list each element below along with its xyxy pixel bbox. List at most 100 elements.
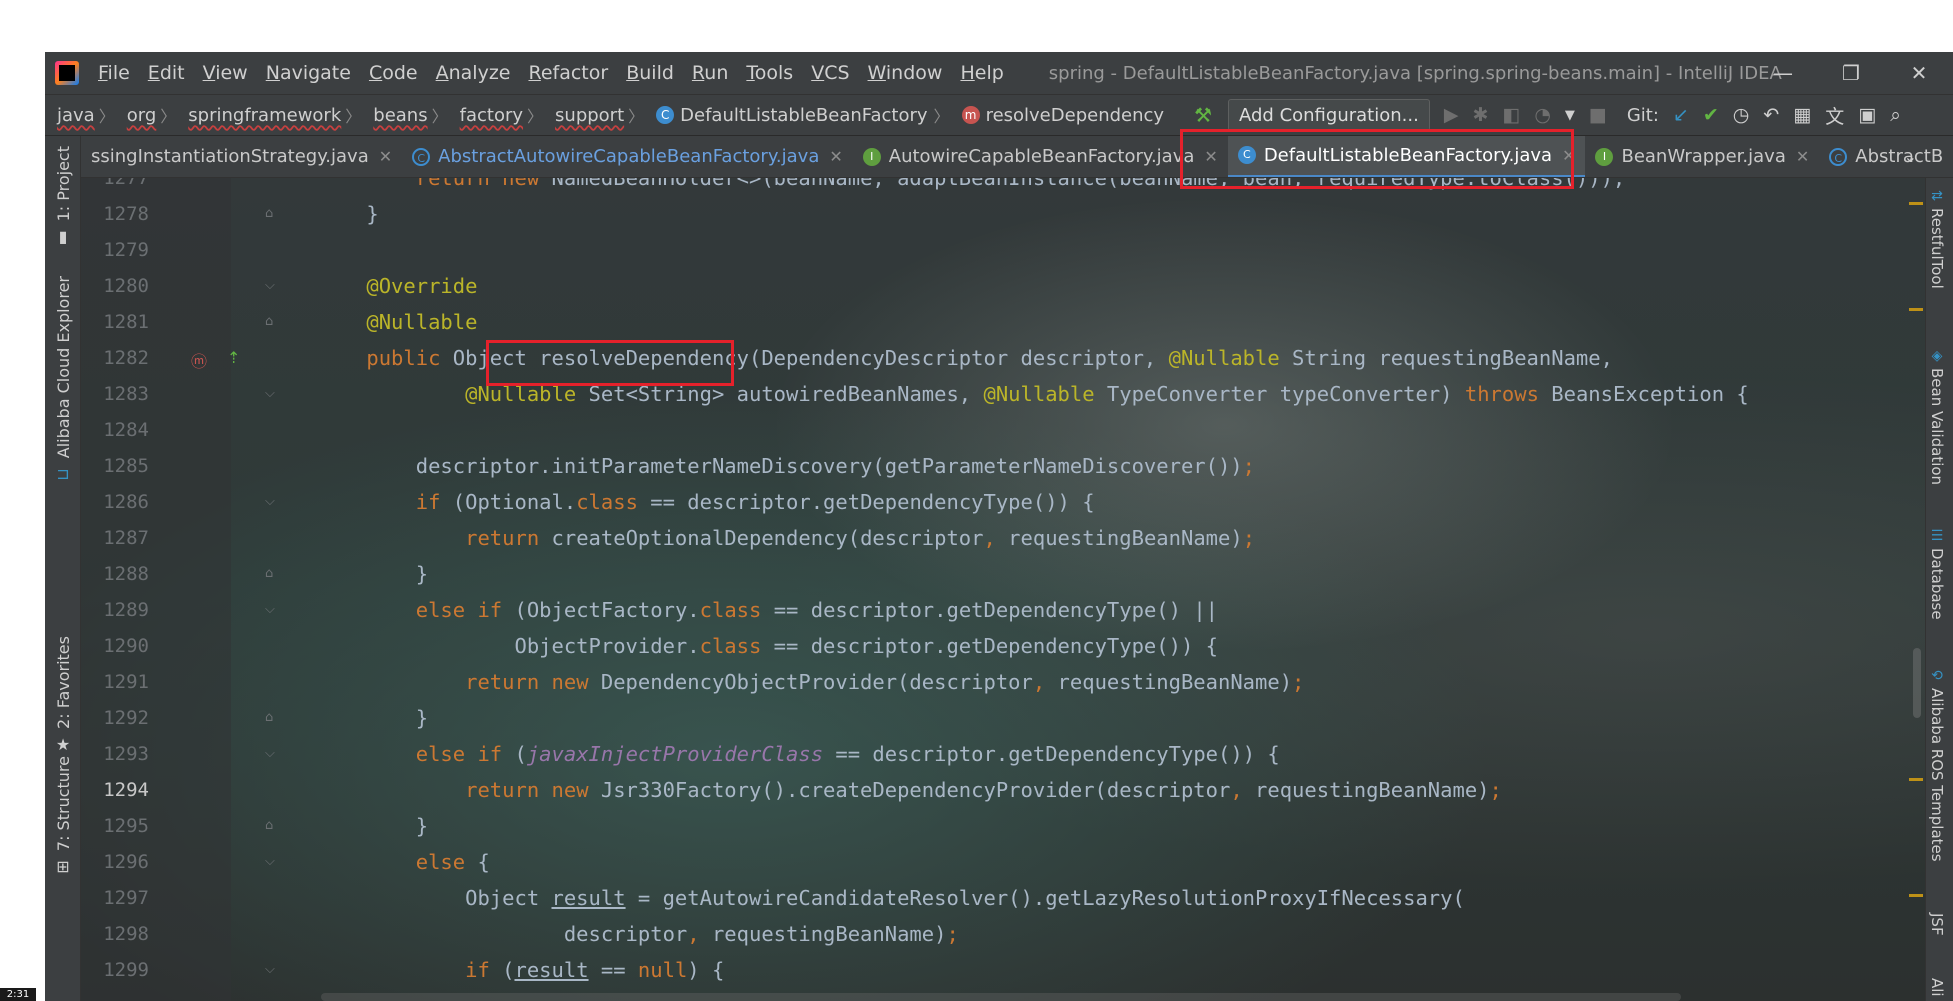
fold-marker-icon[interactable]: ⌵ [265,746,279,762]
close-tab-icon[interactable]: ✕ [829,147,842,166]
profile-icon[interactable]: ◔ [1534,104,1551,126]
breadcrumb-java[interactable]: java [45,105,99,126]
line-number: 1297 [103,887,149,909]
abstract-class-icon: C [412,147,431,166]
presentation-icon[interactable]: ▣ [1858,104,1876,126]
menu-help[interactable]: Help [951,62,1012,84]
debug-icon[interactable]: ✱ [1472,104,1488,126]
tool-window-project[interactable]: 1: Project ▮ [45,146,81,246]
menu-view[interactable]: View [194,62,257,84]
minimize-button[interactable]: — [1749,52,1817,94]
fold-marker-icon[interactable]: ⌵ [265,854,279,870]
breadcrumb-support[interactable]: support [543,105,628,126]
menu-edit[interactable]: Edit [139,62,194,84]
tab-instantiation-strategy[interactable]: ssingInstantiationStrategy.java ✕ [81,136,402,177]
line-number: 1291 [103,671,149,693]
tool-window-favorites[interactable]: 2: Favorites ★ [45,636,81,754]
tool-window-ali[interactable]: Ali [1928,978,1946,997]
fold-marker-icon[interactable]: ⌵ [265,962,279,978]
tab-default-listable-bean-factory[interactable]: C DefaultListableBeanFactory.java ✕ [1227,136,1586,177]
fold-marker-icon[interactable]: ⌵ [265,602,279,618]
fold-marker-icon[interactable]: ⌵ [265,494,279,510]
warning-stripe-marker[interactable] [1909,894,1923,897]
menu-window[interactable]: Window [859,62,952,84]
implements-up-arrow-icon[interactable]: ⇡ [227,348,240,367]
fold-marker-icon[interactable]: ⌂ [265,818,279,834]
warning-stripe-marker[interactable] [1909,778,1923,781]
restore-button[interactable]: ❐ [1817,52,1885,94]
close-tab-icon[interactable]: ✕ [1204,147,1217,166]
menu-refactor[interactable]: Refactor [519,62,617,84]
build-hammer-icon[interactable]: ⚒ [1194,103,1212,127]
menu-tools[interactable]: Tools [737,62,802,84]
menu-run[interactable]: Run [683,62,737,84]
tool-window-alibaba-cloud[interactable]: Alibaba Cloud Explorer ⊐ [45,276,81,483]
fold-marker-icon[interactable]: ⌂ [265,566,279,582]
project-structure-icon[interactable]: ▦ [1793,104,1811,126]
close-tab-icon[interactable]: ✕ [379,147,392,166]
dropdown-icon[interactable]: ▼ [1565,108,1575,123]
code-text: return new Jsr330Factory().createDepende… [465,778,1502,802]
menu-analyze[interactable]: Analyze [427,62,520,84]
translate-icon[interactable]: 文 [1825,102,1844,129]
code-line: 1291 return new DependencyObjectProvider… [81,664,1925,700]
fold-marker-icon[interactable]: ⌵ [265,278,279,294]
override-method-icon[interactable]: ⓜ [191,348,207,372]
git-commit-icon[interactable]: ✔ [1703,104,1719,126]
tool-window-jsf[interactable]: JSF [1928,913,1946,936]
code-line-current: 1294 return new Jsr330Factory().createDe… [81,772,1925,808]
breadcrumb-springframework[interactable]: springframework [176,105,345,126]
close-tab-icon[interactable]: ✕ [1796,147,1809,166]
coverage-icon[interactable]: ◧ [1502,104,1520,126]
code-line: 1278 ⌂ } [81,196,1925,232]
git-update-icon[interactable]: ↙ [1673,104,1689,126]
code-text: Object result = getAutowireCandidateReso… [317,886,1465,910]
stop-icon[interactable]: ■ [1589,104,1607,126]
menu-file[interactable]: File [89,62,139,84]
fold-marker-icon[interactable]: ⌂ [265,314,279,330]
class-icon: C [1237,146,1256,164]
menu-vcs[interactable]: VCS [802,62,858,84]
close-window-button[interactable]: ✕ [1885,52,1953,94]
breadcrumb-method[interactable]: resolveDependency [986,105,1171,126]
menu-build[interactable]: Build [617,62,683,84]
code-text: return createOptionalDependency(descript… [465,526,1256,550]
line-number: 1295 [103,815,149,837]
breadcrumb-class[interactable]: DefaultListableBeanFactory [680,105,933,126]
code-line: 1286 ⌵ if (Optional.class == descriptor.… [81,484,1925,520]
tab-abstract-autowire-capable-bean-factory[interactable]: C AbstractAutowireCapableBeanFactory.jav… [402,136,853,177]
git-history-icon[interactable]: ◷ [1733,104,1750,126]
tabs-dropdown-chevron-icon[interactable]: ⌄ [1904,136,1917,177]
vertical-scrollbar[interactable] [1913,648,1921,718]
line-number: 1285 [103,455,149,477]
horizontal-scrollbar[interactable] [321,993,1681,1001]
tool-window-bean-validation[interactable]: ◈ Bean Validation [1928,348,1946,485]
tool-window-database[interactable]: ☰ Database [1928,528,1946,620]
tab-abstract-b[interactable]: C AbstractB [1819,136,1953,177]
search-everywhere-icon[interactable]: ⌕ [1890,104,1901,126]
navigation-bar: java 〉 org 〉 springframework 〉 beans 〉 facto… [45,94,1953,136]
code-text: else { [415,850,490,874]
abstract-class-icon: C [1829,147,1848,166]
warning-stripe-marker[interactable] [1909,308,1923,311]
fold-marker-icon[interactable]: ⌵ [265,386,279,402]
tool-window-structure[interactable]: 7: Structure ⊞ [45,756,81,876]
run-icon[interactable]: ▶ [1444,104,1459,126]
tool-window-restful[interactable]: ⇄ RestfulTool [1928,188,1946,289]
menu-code[interactable]: Code [360,62,427,84]
git-rollback-icon[interactable]: ↶ [1763,104,1779,126]
menu-navigate[interactable]: Navigate [257,62,360,84]
breadcrumb-beans[interactable]: beans [361,105,431,126]
fold-marker-icon[interactable]: ⌂ [265,710,279,726]
tool-window-ros-templates[interactable]: ⟲ Alibaba ROS Templates [1928,668,1946,862]
code-editor[interactable]: 1277 return new NamedBeanHolder<>(beanNa… [81,178,1925,1001]
line-number: 1282 [103,347,149,369]
tab-bean-wrapper[interactable]: I BeanWrapper.java ✕ [1585,136,1819,177]
warning-stripe-marker[interactable] [1909,202,1923,205]
breadcrumb-org[interactable]: org [115,105,161,126]
close-tab-icon[interactable]: ✕ [1562,146,1575,165]
breadcrumb-factory[interactable]: factory [448,105,527,126]
tab-autowire-capable-bean-factory[interactable]: I AutowireCapableBeanFactory.java ✕ [853,136,1228,177]
add-configuration-button[interactable]: Add Configuration... [1228,99,1430,131]
fold-marker-icon[interactable]: ⌂ [265,206,279,222]
